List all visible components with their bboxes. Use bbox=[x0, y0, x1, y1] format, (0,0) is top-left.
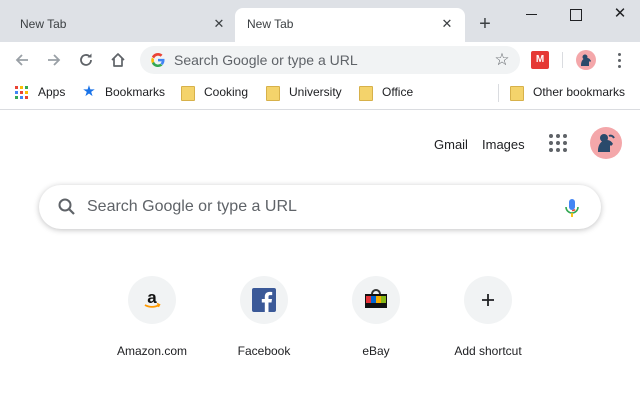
menu-kebab-icon[interactable] bbox=[610, 50, 630, 70]
tab-new-tab-2[interactable]: New Tab ✕ bbox=[235, 8, 465, 42]
bookmark-label: Other bookmarks bbox=[533, 85, 626, 99]
omnibox-input[interactable] bbox=[174, 50, 474, 70]
folder-icon bbox=[265, 84, 281, 101]
search-icon bbox=[57, 197, 77, 217]
forward-icon[interactable] bbox=[42, 48, 66, 72]
realbox[interactable] bbox=[39, 185, 601, 229]
bookmark-label: Office bbox=[382, 85, 414, 99]
apps-grid-icon bbox=[14, 84, 30, 100]
toolbar: ☆ M bbox=[0, 42, 640, 78]
shortcut-label: eBay bbox=[362, 344, 390, 358]
shortcut-add[interactable]: Add shortcut bbox=[432, 272, 544, 368]
bookmark-label: University bbox=[289, 85, 342, 99]
amazon-icon: a bbox=[128, 276, 176, 324]
bookmark-apps[interactable]: Apps bbox=[14, 78, 65, 106]
bookmark-label: Apps bbox=[38, 85, 66, 99]
ebay-icon bbox=[352, 276, 400, 324]
profile-avatar[interactable] bbox=[576, 50, 596, 70]
extension-icon[interactable]: M bbox=[531, 51, 549, 69]
toolbar-divider bbox=[562, 52, 563, 68]
bookmark-folder-office[interactable]: Office bbox=[358, 78, 413, 106]
folder-icon bbox=[509, 84, 525, 101]
tab-title: New Tab bbox=[247, 17, 294, 31]
bookmarks-separator bbox=[498, 84, 499, 102]
star-icon: ★ bbox=[82, 83, 96, 100]
shortcut-label: Amazon.com bbox=[116, 344, 188, 358]
account-avatar[interactable] bbox=[590, 127, 622, 159]
minimize-icon[interactable] bbox=[522, 4, 542, 24]
svg-text:a: a bbox=[147, 288, 157, 307]
bookmark-folder-cooking[interactable]: Cooking bbox=[180, 78, 248, 106]
gmail-link[interactable]: Gmail bbox=[434, 137, 468, 152]
microphone-icon[interactable] bbox=[563, 197, 581, 219]
folder-icon bbox=[358, 84, 374, 101]
home-icon[interactable] bbox=[106, 48, 130, 72]
maximize-icon[interactable] bbox=[566, 4, 586, 24]
new-tab-button[interactable]: + bbox=[475, 14, 495, 34]
bookmark-star-icon[interactable]: ☆ bbox=[492, 50, 512, 70]
reload-icon[interactable] bbox=[74, 48, 98, 72]
bookmark-folder-university[interactable]: University bbox=[265, 78, 342, 106]
shortcut-label: Facebook bbox=[237, 344, 291, 358]
shortcut-amazon[interactable]: a Amazon.com bbox=[96, 272, 208, 368]
images-link[interactable]: Images bbox=[482, 137, 525, 152]
realbox-input[interactable] bbox=[87, 196, 547, 218]
shortcut-ebay[interactable]: eBay bbox=[320, 272, 432, 368]
bookmark-label: Cooking bbox=[204, 85, 249, 99]
omnibox[interactable]: ☆ bbox=[140, 46, 520, 74]
bookmark-bookmarks[interactable]: ★ Bookmarks bbox=[81, 78, 165, 106]
google-g-icon bbox=[150, 52, 166, 68]
bookmark-folder-other[interactable]: Other bookmarks bbox=[509, 78, 625, 106]
tab-close-icon[interactable]: ✕ bbox=[440, 17, 454, 31]
plus-icon bbox=[464, 276, 512, 324]
google-apps-icon[interactable] bbox=[549, 134, 567, 152]
back-icon[interactable] bbox=[10, 48, 34, 72]
shortcut-facebook[interactable]: Facebook bbox=[208, 272, 320, 368]
tab-title: New Tab bbox=[20, 17, 67, 31]
shortcut-label: Add shortcut bbox=[454, 344, 522, 358]
facebook-icon bbox=[240, 276, 288, 324]
tab-new-tab-1[interactable]: New Tab ✕ bbox=[0, 8, 235, 42]
bookmarks-bar: Apps ★ Bookmarks Cooking University Offi… bbox=[0, 78, 640, 110]
folder-icon bbox=[180, 84, 196, 101]
bookmark-label: Bookmarks bbox=[105, 85, 166, 99]
window-close-icon[interactable]: ✕ bbox=[610, 4, 630, 24]
tab-close-icon[interactable]: ✕ bbox=[212, 17, 226, 31]
tab-strip: New Tab ✕ New Tab ✕ + ✕ bbox=[0, 0, 640, 42]
